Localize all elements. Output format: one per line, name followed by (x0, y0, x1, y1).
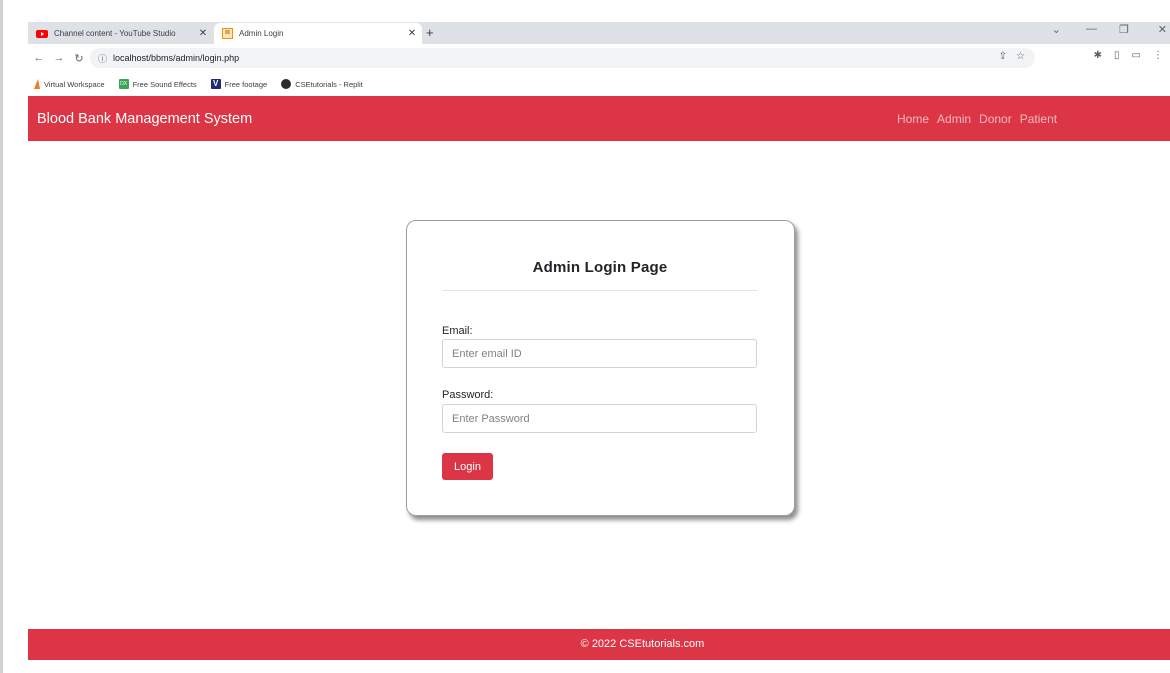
address-toolbar: ← → ↻ ⓘ localhost/bbms/admin/login.php ⇪… (28, 44, 1170, 72)
restore-icon[interactable]: ❐ (1119, 23, 1129, 36)
login-card: Admin Login Page Email: Password: Login (406, 220, 795, 516)
login-button[interactable]: Login (442, 453, 493, 480)
divider (442, 290, 758, 291)
bookmark-virtual-workspace[interactable]: Virtual Workspace (34, 79, 105, 89)
nav-links: Home Admin Donor Patient (897, 112, 1057, 126)
bookmark-label: Free Sound Effects (132, 79, 197, 89)
minimize-icon[interactable]: — (1086, 23, 1097, 35)
bookmarks-bar: Virtual Workspace DX Free Sound Effects … (28, 72, 1170, 96)
site-navbar: Blood Bank Management System Home Admin … (28, 96, 1170, 141)
tab-admin-login[interactable]: ⊠ Admin Login ✕ (214, 23, 422, 44)
tab-search-icon[interactable]: ⌄ (1052, 23, 1061, 36)
footage-icon: V (210, 79, 221, 89)
bookmark-label: CSEtutorials - Replit (295, 79, 363, 89)
password-label: Password: (442, 389, 494, 401)
tab-youtube-studio[interactable]: Channel content - YouTube Studio ✕ (28, 23, 213, 44)
bookmark-label: Virtual Workspace (44, 79, 105, 89)
window-close-icon[interactable]: ✕ (1158, 23, 1167, 36)
navbar-brand[interactable]: Blood Bank Management System (37, 111, 252, 127)
browser-window: Channel content - YouTube Studio ✕ ⊠ Adm… (0, 0, 1170, 673)
bookmark-free-footage[interactable]: V Free footage (210, 79, 268, 89)
profile-icon[interactable]: ▭ (1132, 50, 1141, 61)
site-footer: © 2022 CSEtutorials.com (28, 629, 1170, 660)
address-bar[interactable]: ⓘ localhost/bbms/admin/login.php ⇪ ☆ (90, 48, 1035, 68)
bookmark-star-icon[interactable]: ☆ (1016, 51, 1025, 62)
close-icon[interactable]: ✕ (193, 28, 213, 39)
forward-icon[interactable]: → (50, 52, 68, 64)
toolbar-icons: ✱ ▯ ▭ ⋮ (1094, 50, 1163, 61)
nav-link-donor[interactable]: Donor (979, 112, 1012, 126)
login-title: Admin Login Page (532, 259, 668, 276)
phpmyadmin-icon: ⊠ (222, 28, 233, 39)
address-url: localhost/bbms/admin/login.php (113, 53, 240, 63)
tab-strip: Channel content - YouTube Studio ✕ ⊠ Adm… (28, 22, 1170, 44)
bookmark-label: Free footage (224, 79, 268, 89)
side-panel-icon[interactable]: ▯ (1114, 50, 1120, 61)
extensions-icon[interactable]: ✱ (1094, 50, 1102, 61)
password-input[interactable] (442, 404, 757, 433)
close-icon[interactable]: ✕ (402, 28, 422, 39)
new-tab-icon[interactable]: + (426, 25, 434, 40)
reload-icon[interactable]: ↻ (70, 52, 88, 65)
bookmark-free-sound-effects[interactable]: DX Free Sound Effects (118, 79, 197, 89)
back-icon[interactable]: ← (30, 52, 48, 64)
tab-title: Channel content - YouTube Studio (54, 29, 176, 38)
tab-title: Admin Login (239, 29, 284, 38)
email-input[interactable] (442, 339, 757, 368)
nav-link-admin[interactable]: Admin (937, 112, 971, 126)
email-label: Email: (442, 325, 473, 337)
youtube-icon (36, 29, 48, 38)
share-icon[interactable]: ⇪ (999, 51, 1007, 62)
bookmark-replit[interactable]: CSEtutorials - Replit (281, 79, 363, 89)
nav-link-home[interactable]: Home (897, 112, 929, 126)
sound-effects-icon: DX (118, 79, 129, 89)
nav-link-patient[interactable]: Patient (1020, 112, 1057, 126)
site-info-icon[interactable]: ⓘ (98, 52, 107, 65)
virtual-workspace-icon (34, 79, 40, 89)
menu-icon[interactable]: ⋮ (1153, 50, 1163, 61)
footer-copyright: © 2022 CSEtutorials.com (580, 638, 705, 650)
replit-icon (281, 79, 292, 89)
